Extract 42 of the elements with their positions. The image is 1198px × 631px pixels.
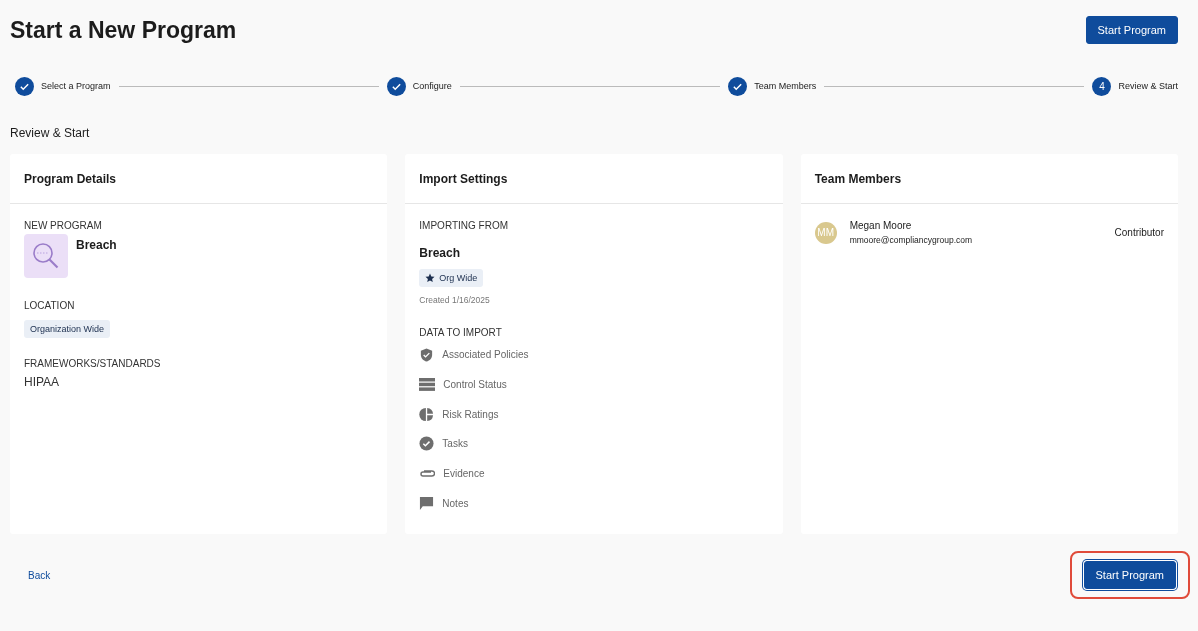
member-role: Contributor (1114, 227, 1164, 238)
step-label: Configure (412, 81, 452, 91)
import-item-label: Tasks (442, 438, 468, 450)
program-name: Breach (76, 238, 117, 254)
framework-name: HIPAA (24, 375, 60, 389)
step-label: Review & Start (1118, 81, 1178, 91)
avatar: MM (814, 221, 837, 244)
card-title: Team Members (800, 154, 1178, 204)
start-program-button[interactable]: Start Program (1085, 16, 1178, 44)
field-label: NEW PROGRAM (24, 220, 102, 231)
list-rows-icon (419, 378, 436, 392)
member-name: Megan Moore (849, 220, 913, 231)
import-item-label: Risk Ratings (442, 408, 499, 420)
step-label: Select a Program (41, 81, 111, 91)
created-date: Created 1/16/2025 (419, 295, 490, 305)
start-program-button[interactable]: Start Program (1083, 561, 1176, 589)
back-link[interactable]: Back (28, 569, 51, 581)
step-number-indicator: 4 (1092, 76, 1112, 96)
member-email: mmoore@compliancygroup.com (849, 235, 974, 245)
section-title: Review & Start (10, 126, 91, 140)
paperclip-icon (419, 469, 436, 479)
field-label: LOCATION (24, 300, 75, 311)
field-label: FRAMEWORKS/STANDARDS (24, 358, 161, 369)
comment-icon (419, 495, 435, 511)
card-title: Program Details (10, 154, 388, 204)
field-label: DATA TO IMPORT (419, 327, 502, 338)
import-item-label: Control Status (443, 379, 507, 391)
shield-check-icon (419, 346, 435, 363)
page-title: Start a New Program (10, 16, 237, 44)
import-item-label: Notes (442, 497, 469, 509)
field-label: IMPORTING FROM (419, 220, 509, 231)
import-item-label: Associated Policies (442, 349, 529, 361)
magnifier-icon (31, 241, 61, 271)
card-title: Import Settings (405, 154, 783, 204)
import-item-label: Evidence (443, 468, 485, 480)
step-label: Team Members (754, 81, 817, 91)
star-icon (425, 273, 436, 283)
source-name: Breach (419, 246, 460, 260)
location-tag: Organization Wide (24, 320, 111, 338)
scope-text: Org Wide (439, 273, 478, 283)
check-circle-icon (419, 436, 435, 452)
pie-chart-icon (419, 406, 435, 422)
